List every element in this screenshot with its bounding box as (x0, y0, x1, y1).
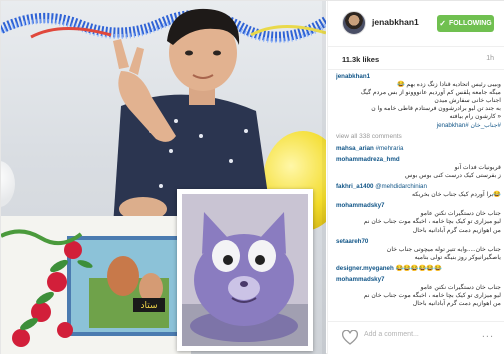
comment-text: جناب خان.....وایه تتیر توله میچوتی جناب … (386, 245, 501, 253)
birthday-cake: ستاد (1, 216, 191, 354)
comment-username[interactable]: mahsa_arian #mehraria (336, 145, 501, 153)
comment-text: 😂برا آوردم کیک جناب خان بخریکه (411, 191, 501, 199)
more-options-icon[interactable]: ... (482, 328, 494, 340)
comment-text: قربونیات فدات آنو (454, 163, 501, 171)
comment-text: جناب خان دستگیرات نکنن عامو (420, 284, 501, 292)
comment-text: « کارشون رام بیافته (449, 113, 502, 121)
comment: designer.myeganeh 😂😂😂😂😂😂 (336, 265, 501, 273)
post-stats: 11.3k likes 1h (328, 48, 504, 70)
comment-text: اجناب خانی سفارش میدن (434, 97, 501, 105)
comment-username[interactable]: fakhri_a1400 @mehdidarchinian (336, 183, 501, 191)
comment-username[interactable]: designer.myeganeh 😂😂😂😂😂😂 (336, 265, 501, 273)
username-link[interactable]: jenabkhan1 (372, 17, 419, 27)
heart-icon[interactable] (342, 330, 358, 346)
comment-text: به جند تن لیو برادرشوون فرستادم قاطی خام… (371, 105, 501, 113)
comment-text: من اهوازیم دمت گرم آبادانیه باحال (412, 226, 501, 234)
svg-text:ستاد: ستاد (140, 301, 157, 311)
comments-list: jenabkhan1 وبیبی رئیس اتحادیه قنادا زنگ … (336, 73, 501, 319)
comment: mohammadreza_hmd قربونیات فدات آنو ز بفر… (336, 156, 501, 180)
view-all-comments-link[interactable]: view all 338 comments (336, 133, 501, 140)
post-sidebar: jenabkhan1 ✓ FOLLOWING 11.3k likes 1h je… (327, 1, 504, 354)
check-icon: ✓ (439, 19, 446, 28)
post-header: jenabkhan1 ✓ FOLLOWING (328, 1, 504, 47)
comment: mahsa_arian #mehraria (336, 145, 501, 153)
following-button[interactable]: ✓ FOLLOWING (437, 15, 494, 32)
caption: jenabkhan1 وبیبی رئیس اتحادیه قنادا زنگ … (336, 73, 501, 130)
hashtags[interactable]: #جناب_خان #jenabkhan (336, 122, 501, 130)
post-photo: ستاد (1, 1, 326, 354)
comment-input[interactable]: Add a comment... (364, 331, 419, 338)
comment-username[interactable]: mohammadsky7 (336, 276, 501, 284)
comment: fakhri_a1400 @mehdidarchinian 😂برا آوردم… (336, 183, 501, 199)
comment-username[interactable]: setaareh70 (336, 238, 501, 246)
likes-count[interactable]: 11.3k likes (342, 55, 379, 64)
avatar[interactable] (342, 11, 366, 35)
comment-text: لیو میزاری تو کیک بچا خامه ، اخبگه موت ج… (363, 218, 501, 226)
comment-text: یاصگیرانیوکر روز بنیگه تولی بنامیه (414, 253, 501, 261)
following-label: FOLLOWING (448, 20, 492, 27)
comment-text: وبیبی رئیس اتحادیه قنادا زنگ زده بهم 😂 (396, 81, 501, 89)
post-time[interactable]: 1h (486, 55, 494, 62)
inset-cake-photo (177, 189, 313, 351)
comment-username[interactable]: mohammadreza_hmd (336, 156, 501, 164)
comment-text: ز بفرستی کیک درست کنی بوس بوس (404, 171, 501, 179)
comment: setaareh70 جناب خان.....وایه تتیر توله م… (336, 238, 501, 262)
comment: mohammadsky7 جناب خان دستگیرات نکنن عامو… (336, 276, 501, 308)
comment: mohammadsky7 جناب خان دستگیرات نکنن عامو… (336, 202, 501, 234)
comment-text: من اهوازیم دمت گرم آبادانیه باحال (412, 300, 501, 308)
photo-edge (322, 1, 326, 354)
comment-username[interactable]: jenabkhan1 (336, 73, 501, 81)
instagram-post-modal: ستاد jenabkhan1 ✓ FOLLOWING 11.3k likes … (0, 0, 504, 354)
comment-text: میگه جامعه پلقس کم آوردیم عانووونو از بس… (360, 89, 501, 97)
post-footer: Add a comment... ... (328, 321, 504, 354)
